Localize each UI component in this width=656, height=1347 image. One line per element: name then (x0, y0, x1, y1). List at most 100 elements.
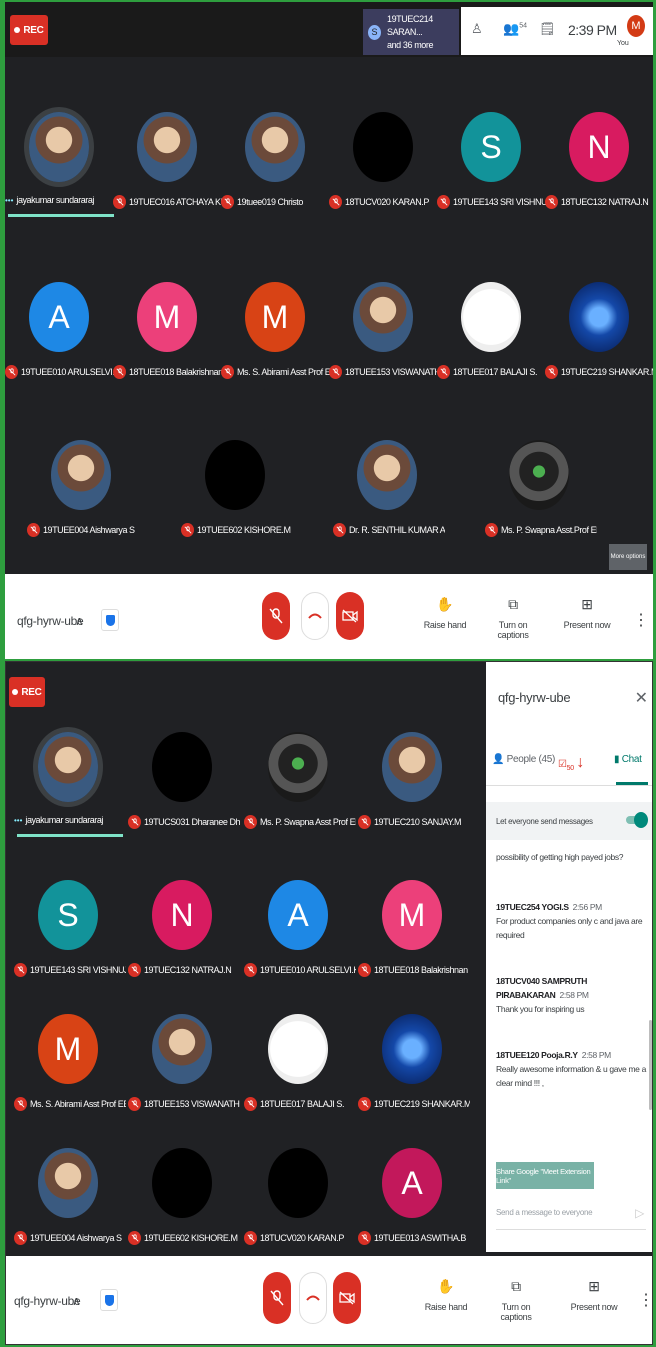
chevron-up-icon[interactable]: ∧ (72, 1294, 81, 1308)
raise-hand-button[interactable]: ✋ Raise hand (415, 596, 475, 630)
participant-tile[interactable]: 19TUCS031 Dharanee Dhara... (128, 722, 240, 872)
avatar[interactable]: M (627, 15, 645, 37)
participant-initial-avatar: M (137, 282, 197, 352)
mic-toggle-button[interactable] (263, 1272, 291, 1324)
participant-tile[interactable]: M 18TUEE018 Balakrishnan M (358, 870, 470, 1020)
meeting-code[interactable]: qfg-hyrw-ube (14, 1294, 81, 1308)
meeting-code[interactable]: qfg-hyrw-ube (17, 614, 84, 628)
send-icon[interactable]: ▷ (635, 1206, 644, 1220)
more-options-button[interactable]: More options (609, 544, 647, 570)
mic-off-icon (269, 608, 283, 624)
captions-icon: ⧉ (511, 1278, 521, 1294)
chat-icon[interactable]: 🗒 (539, 21, 556, 37)
participant-name: 19TUEC016 ATCHAYA KU... (129, 197, 225, 207)
tab-people[interactable]: 👤 People (45) (492, 754, 555, 765)
participant-name: 19TUEE143 SRI VISHNUJAH.A (30, 965, 126, 975)
more-vert-icon[interactable]: ⋮ (633, 610, 649, 630)
participant-tile[interactable]: 18TUCV020 KARAN.P (329, 102, 437, 252)
participant-tile[interactable]: ••• jayakumar sundararaj (5, 102, 114, 252)
participant-name-row: 19TUEE004 Aishwarya S (27, 523, 139, 537)
bottom-bar: qfg-hyrw-ube ∧ ✋ Raise hand ⧉ Turn on capt… (6, 1256, 652, 1344)
participant-tile[interactable]: Ms. P. Swapna Asst Prof EEE (244, 722, 356, 872)
participant-tile[interactable]: 18TUEE017 BALAJI S. (437, 272, 545, 422)
participant-name-row: 19TUEC210 SANJAY.M (358, 815, 470, 829)
hangup-icon (306, 1295, 320, 1301)
share-link-button[interactable]: Share Google "Meet Extension Link" (496, 1162, 594, 1189)
tab-chat[interactable]: ▮ Chat (614, 754, 642, 765)
mic-muted-icon (113, 195, 126, 209)
participant-tile[interactable]: 19TUEE004 Aishwarya S (27, 430, 135, 580)
participant-tile[interactable]: 19TUEC210 SANJAY.M (358, 722, 466, 872)
raise-hand-label: Raise hand (424, 1302, 468, 1312)
rec-label: REC (21, 686, 42, 698)
participant-name: 18TUCV020 KARAN.P (345, 197, 429, 207)
participant-avatar (382, 1014, 442, 1084)
people-icon[interactable]: 👥54 (503, 21, 527, 37)
close-icon[interactable]: ✕ (635, 688, 648, 708)
participant-tile[interactable]: A 19TUEE010 ARULSELVI.K.N (5, 272, 117, 422)
participant-tile[interactable]: N 19TUEC132 NATRAJ.N (128, 870, 236, 1020)
camera-toggle-button[interactable] (336, 592, 364, 640)
message-cut-text: possibility of getting high payed jobs? (496, 852, 624, 862)
participant-name-row: 19TUEC219 SHANKAR.M (545, 365, 653, 379)
captions-label: Turn on captions (500, 1302, 532, 1322)
mic-toggle-button[interactable] (262, 592, 290, 640)
mic-muted-icon (437, 365, 450, 379)
participant-tile[interactable]: Ms. P. Swapna Asst.Prof EEE (485, 430, 597, 580)
chevron-up-icon[interactable]: ∧ (75, 614, 84, 628)
shield-icon[interactable] (101, 609, 119, 631)
tasks-count: 50 (566, 765, 574, 772)
panel-title: qfg-hyrw-ube (498, 690, 571, 705)
participant-tile[interactable]: N 18TUEC132 NATRAJ.N (545, 102, 653, 252)
raise-hand-button[interactable]: ✋ Raise hand (416, 1278, 476, 1312)
participant-name: 19TUEE013 ASWITHA.B (374, 1233, 466, 1243)
captions-button[interactable]: ⧉ Turn on captions (486, 1278, 546, 1322)
people-count: 54 (519, 22, 527, 30)
participant-tile[interactable]: Dr. R. SENTHIL KUMAR Asst Prof EEE (333, 430, 445, 580)
participant-avatar (137, 112, 197, 182)
participant-tile[interactable]: M Ms. S. Abirami Asst Prof EEE (14, 1004, 126, 1154)
participant-avatar (569, 282, 629, 352)
participant-name: 19TUEE004 Aishwarya S (30, 1233, 122, 1243)
leave-call-button[interactable] (301, 592, 329, 640)
more-vert-icon[interactable]: ⋮ (638, 1290, 652, 1310)
presenter-chip[interactable]: S 19TUEC214 SARAN... and 36 more (363, 9, 459, 55)
participant-tile[interactable]: 18TUEE153 VISWANATH (329, 272, 441, 422)
rec-badge: REC (9, 677, 45, 707)
participant-tile[interactable]: S 19TUEE143 SRI VISHNUJAH.A (14, 870, 126, 1020)
captions-button[interactable]: ⧉ Turn on captions (483, 596, 543, 640)
participant-tile[interactable]: 19TUEC219 SHANKAR.M (358, 1004, 470, 1154)
top-bar: REC S 19TUEC214 SARAN... and 36 more ♙ 👥… (5, 2, 653, 57)
raise-hand-label: Raise hand (423, 620, 467, 630)
participant-tile[interactable]: 18TUEE153 VISWANATH (128, 1004, 240, 1154)
participant-tile[interactable]: ••• jayakumar sundararaj (14, 722, 123, 872)
camera-toggle-button[interactable] (333, 1272, 361, 1324)
participant-tile[interactable]: 19TUEC016 ATCHAYA KU... (113, 102, 225, 252)
participant-initial-avatar: A (382, 1148, 442, 1218)
meet-screen-2: REC ••• jayakumar sundararaj 19TUCS031 Dha… (5, 661, 653, 1345)
participant-initial-avatar: S (38, 880, 98, 950)
message-text: For product companies only c and java ar… (496, 916, 643, 940)
participant-tile[interactable]: M Ms. S. Abirami Asst Prof E... (221, 272, 333, 422)
participant-tile[interactable]: S 19TUEE143 SRI VISHNUJA... (437, 102, 549, 252)
participant-tile[interactable]: 18TUEE017 BALAJI S. (244, 1004, 352, 1154)
chat-scrollbar[interactable] (649, 1020, 652, 1110)
participant-name: 19TUEE602 KISHORE.M (144, 1233, 238, 1243)
participant-tile[interactable]: 19tuee019 Christo (221, 102, 329, 252)
participant-tile[interactable]: 19TUEE602 KISHORE.M (181, 430, 291, 580)
participant-initial-avatar: S (461, 112, 521, 182)
send-permission-toggle[interactable] (626, 812, 648, 828)
participant-tile[interactable]: A 19TUEE010 ARULSELVI.K.N (244, 870, 356, 1020)
participant-tile[interactable]: 19TUEC219 SHANKAR.M (545, 272, 653, 422)
participant-name-row: 18TUEE018 Balakrishnan M (113, 365, 225, 379)
tab-tasks[interactable]: ☑50 ↓ (558, 754, 584, 772)
shield-icon[interactable] (100, 1289, 118, 1311)
mic-muted-icon (14, 1097, 27, 1111)
message-input[interactable]: Send a message to everyone (496, 1208, 593, 1217)
present-now-button[interactable]: ⊞ Present now (557, 596, 617, 630)
host-controls-icon[interactable]: ♙ (471, 21, 483, 37)
leave-call-button[interactable] (299, 1272, 327, 1324)
participant-tile[interactable]: M 18TUEE018 Balakrishnan M (113, 272, 225, 422)
participant-avatar (382, 732, 442, 802)
present-now-button[interactable]: ⊞ Present now (564, 1278, 624, 1312)
